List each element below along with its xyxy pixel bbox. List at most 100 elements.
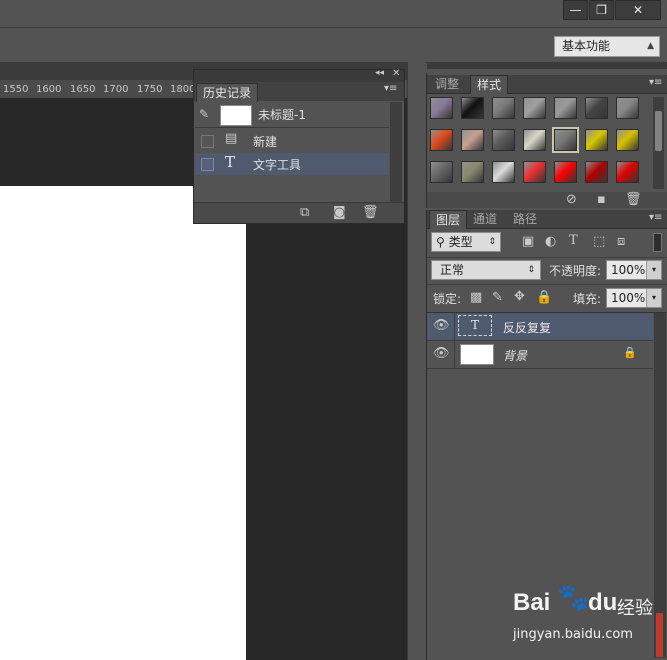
snapshot-label: 未标题-1 [258, 108, 306, 122]
snapshot-thumbnail [220, 105, 252, 126]
layer-filter-select[interactable]: ⚲ 类型 ⇕ [431, 232, 501, 252]
watermark-brand: Bai [513, 589, 551, 616]
workspace-select[interactable]: 基本功能 ▲ [554, 36, 660, 57]
lock-brush-icon[interactable]: ✎ [492, 290, 503, 305]
opacity-input[interactable]: 100% ▾ [606, 260, 662, 280]
collapse-icon[interactable]: ◂◂ [375, 68, 384, 78]
no-style-icon[interactable]: ⊘ [566, 192, 577, 207]
lock-move-icon[interactable]: ✥ [514, 289, 525, 304]
style-swatch[interactable] [585, 161, 608, 183]
style-swatch[interactable] [492, 97, 515, 119]
visibility-eye-icon[interactable]: 👁 [433, 346, 450, 361]
layer-row-selected[interactable]: 👁 T 反反复复 [427, 313, 653, 341]
style-swatch[interactable] [523, 129, 546, 151]
style-swatch-grid [430, 97, 650, 193]
blend-mode-value: 正常 [440, 263, 465, 277]
panel-menu-icon[interactable]: ▾≡ [649, 212, 662, 223]
style-swatch[interactable] [616, 129, 639, 151]
styles-scroll-thumb[interactable] [655, 111, 662, 151]
tab-history[interactable]: 历史记录 [196, 83, 259, 102]
layer-filter-value: 类型 [448, 235, 473, 249]
restore-button[interactable]: ❐ [589, 0, 614, 20]
watermark-url: jingyan.baidu.com [513, 627, 633, 642]
new-document-from-state-icon[interactable]: ⧉ [300, 205, 309, 220]
ruler-tick: 1800 [170, 84, 196, 95]
lock-all-icon[interactable]: 🔒 [536, 290, 552, 305]
trash-icon[interactable]: 🗑 [625, 192, 642, 207]
trash-icon[interactable]: 🗑 [362, 205, 379, 220]
panel-dock-column [407, 62, 426, 660]
background-layer-thumbnail [460, 344, 494, 365]
ruler-tick: 1600 [36, 84, 62, 95]
minimize-button[interactable]: — [563, 0, 588, 20]
history-item-label: 新建 [253, 135, 278, 149]
style-swatch[interactable] [616, 161, 639, 183]
opacity-dropdown-icon[interactable]: ▾ [646, 261, 661, 279]
new-style-icon[interactable]: ▪ [597, 192, 606, 207]
workspace-select-value: 基本功能 [562, 39, 611, 53]
style-swatch[interactable] [523, 161, 546, 183]
style-swatch[interactable] [616, 97, 639, 119]
lock-transparent-icon[interactable]: ▩ [470, 290, 482, 305]
tab-channels[interactable]: 通道 [467, 210, 503, 228]
style-swatch[interactable] [554, 97, 577, 119]
smart-object-filter-icon[interactable]: ⧈ [617, 234, 625, 249]
divider [454, 313, 455, 340]
fill-dropdown-icon[interactable]: ▾ [646, 289, 661, 307]
style-swatch[interactable] [554, 161, 577, 183]
style-swatch[interactable] [552, 127, 579, 153]
text-layer-thumbnail-icon: T [458, 315, 492, 336]
layer-row[interactable]: 👁 背景 🔒 [427, 341, 653, 369]
opacity-label: 不透明度: [549, 264, 602, 278]
tab-paths[interactable]: 路径 [507, 210, 543, 228]
style-swatch[interactable] [585, 97, 608, 119]
panel-menu-icon[interactable]: ▾≡ [649, 77, 662, 88]
history-item-selected[interactable]: T 文字工具 [195, 153, 389, 175]
fill-input[interactable]: 100% ▾ [606, 288, 662, 308]
style-swatch[interactable] [585, 129, 608, 151]
tab-layers[interactable]: 图层 [429, 210, 468, 229]
divider [454, 341, 455, 368]
filter-toggle[interactable] [653, 233, 662, 252]
tab-adjustments[interactable]: 调整 [429, 75, 465, 93]
shape-filter-icon[interactable]: ⬚ [593, 234, 605, 249]
divider [427, 257, 667, 258]
new-document-icon: ▤ [225, 131, 238, 146]
style-swatch[interactable] [430, 161, 453, 183]
adjustment-filter-icon[interactable]: ◐ [545, 234, 556, 249]
document-canvas[interactable] [0, 186, 246, 660]
style-swatch[interactable] [492, 129, 515, 151]
style-swatch[interactable] [430, 97, 453, 119]
style-swatch[interactable] [461, 161, 484, 183]
camera-icon[interactable]: ◙ [333, 205, 346, 220]
history-scrollbar[interactable] [390, 102, 402, 202]
panel-menu-icon[interactable]: ▾≡ [384, 83, 397, 94]
history-source-checkbox[interactable] [201, 158, 214, 171]
styles-footer: ⊘ ▪ 🗑 [427, 192, 667, 208]
style-swatch[interactable] [523, 97, 546, 119]
history-source-checkbox[interactable] [201, 135, 214, 148]
pixel-filter-icon[interactable]: ▣ [522, 234, 534, 249]
visibility-eye-icon[interactable]: 👁 [433, 318, 450, 333]
history-footer: ⧉ ◙ 🗑 [194, 202, 404, 223]
close-panel-icon[interactable]: ✕ [392, 68, 400, 79]
divider [427, 284, 667, 285]
blend-mode-select[interactable]: 正常 ⇕ [431, 260, 541, 280]
opacity-value: 100% [611, 263, 646, 277]
history-item[interactable]: ▤ 新建 [195, 130, 389, 152]
style-swatch[interactable] [492, 161, 515, 183]
layer-name[interactable]: 背景 [503, 347, 527, 364]
layer-name[interactable]: 反反复复 [503, 319, 551, 336]
lock-label: 锁定: [433, 292, 462, 306]
dock-top-strip [427, 62, 667, 69]
history-snapshot-row[interactable]: ✎ 未标题-1 [195, 103, 389, 128]
styles-scrollbar[interactable] [653, 97, 664, 189]
select-arrows-icon: ▲ [647, 41, 654, 51]
style-swatch[interactable] [461, 129, 484, 151]
type-tool-icon: T [225, 153, 236, 171]
style-swatch[interactable] [430, 129, 453, 151]
close-button[interactable]: ✕ [615, 0, 661, 20]
style-swatch[interactable] [461, 97, 484, 119]
tab-styles[interactable]: 样式 [470, 75, 509, 94]
type-filter-icon[interactable]: T [569, 233, 578, 248]
